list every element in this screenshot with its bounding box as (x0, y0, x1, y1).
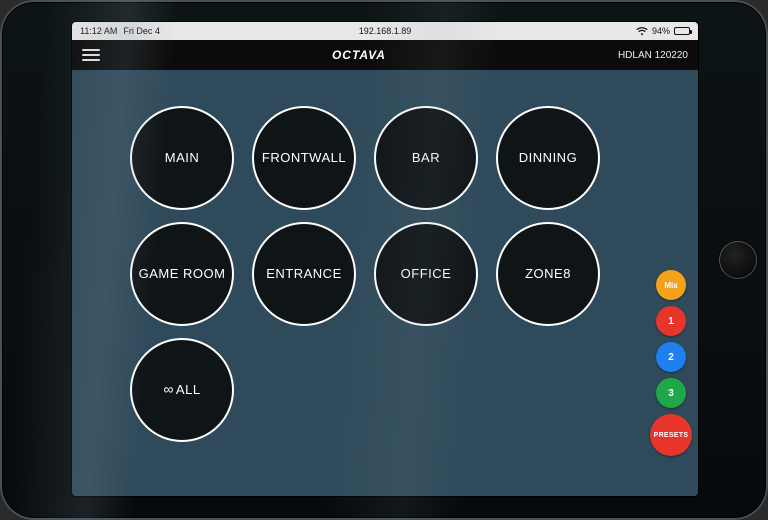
side-button-1[interactable]: 1 (656, 306, 686, 336)
device-label: HDLAN 120220 (618, 50, 688, 61)
zone-button-zone8[interactable]: ZONE8 (496, 222, 600, 326)
zone-button-entrance[interactable]: ENTRANCE (252, 222, 356, 326)
zone-label: ENTRANCE (266, 266, 342, 282)
status-date: Fri Dec 4 (123, 26, 160, 36)
zone-label: DINNING (519, 150, 577, 166)
side-button-3[interactable]: 3 (656, 378, 686, 408)
zone-label: GAME ROOM (139, 266, 226, 282)
zone-button-frontwall[interactable]: FRONTWALL (252, 106, 356, 210)
app-body: MAIN FRONTWALL BAR DINNING GAME ROOM ENTRANCE… (72, 70, 698, 496)
app-header: OCTAVA HDLAN 120220 (72, 40, 698, 70)
brand-logo: OCTAVA (332, 48, 386, 62)
zone-button-all[interactable]: ALL (130, 338, 234, 442)
menu-icon[interactable] (82, 49, 100, 61)
zone-label: ALL (176, 382, 201, 398)
side-button-stack: Mix 1 2 3 PRESETS (650, 270, 692, 456)
battery-icon (674, 27, 690, 35)
zone-label: ZONE8 (525, 266, 571, 282)
zone-button-main[interactable]: MAIN (130, 106, 234, 210)
zone-button-office[interactable]: OFFICE (374, 222, 478, 326)
status-url: 192.168.1.89 (359, 26, 412, 36)
home-button[interactable] (719, 241, 757, 279)
zone-grid: MAIN FRONTWALL BAR DINNING GAME ROOM ENTRANCE… (130, 106, 600, 442)
zone-label: OFFICE (401, 266, 452, 282)
ios-status-bar: 11:12 AM Fri Dec 4 192.168.1.89 94% (72, 22, 698, 40)
battery-text: 94% (652, 26, 670, 36)
zone-button-dinning[interactable]: DINNING (496, 106, 600, 210)
side-button-mix[interactable]: Mix (656, 270, 686, 300)
wifi-icon (636, 27, 648, 36)
side-button-presets[interactable]: PRESETS (650, 414, 692, 456)
status-time: 11:12 AM (80, 26, 117, 36)
screen: 11:12 AM Fri Dec 4 192.168.1.89 94% OCTA… (72, 22, 698, 496)
zone-label: MAIN (165, 150, 200, 166)
side-button-2[interactable]: 2 (656, 342, 686, 372)
tablet-bezel: 11:12 AM Fri Dec 4 192.168.1.89 94% OCTA… (0, 0, 768, 520)
zone-label: FRONTWALL (262, 150, 346, 166)
zone-button-game-room[interactable]: GAME ROOM (130, 222, 234, 326)
zone-button-bar[interactable]: BAR (374, 106, 478, 210)
zone-label: BAR (412, 150, 440, 166)
